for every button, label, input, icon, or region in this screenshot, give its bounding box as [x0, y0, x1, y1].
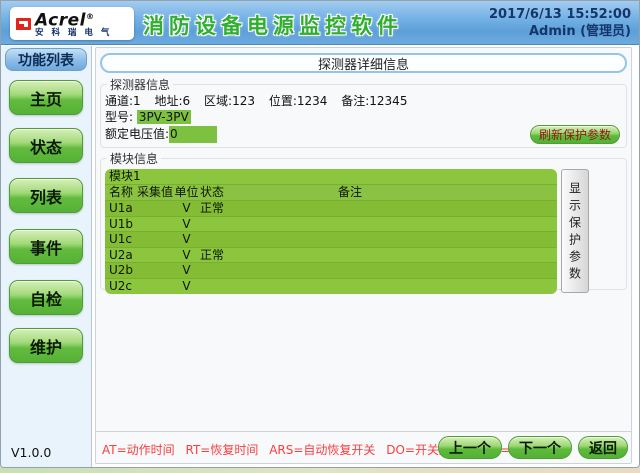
- cell-unit: V: [173, 279, 200, 295]
- col-name: 名称: [109, 185, 137, 200]
- table-row: U2b V: [105, 263, 557, 279]
- table-row: U2c V: [105, 279, 557, 295]
- module-info-legend: 模块信息: [107, 150, 161, 167]
- cell-unit: V: [173, 217, 200, 232]
- cell-note: [338, 232, 557, 247]
- app-title: 消防设备电源监控软件: [143, 10, 403, 40]
- col-status: 状态: [200, 185, 338, 200]
- previous-button[interactable]: 上一个: [438, 436, 502, 459]
- model-line: 型号: 3PV-3PV: [105, 109, 622, 126]
- table-row: U2a V 正常: [105, 248, 557, 264]
- cell-unit: V: [173, 248, 200, 263]
- cell-note: [338, 217, 557, 232]
- col-note: 备注: [338, 185, 557, 200]
- sidebar-item-selfcheck[interactable]: 自检: [9, 280, 83, 315]
- cell-status: [200, 232, 338, 247]
- sidebar-item-home[interactable]: 主页: [9, 80, 83, 115]
- detector-fields: 通道:1 地址:6 区域:123 位置:1234 备注:12345: [105, 94, 622, 109]
- module-wrap: 模块1 名称 采集值 单位 状态 备注 U1a V 正常: [105, 168, 622, 294]
- cell-unit: V: [173, 201, 200, 216]
- cell-note: [338, 263, 557, 278]
- cell-status: [200, 217, 338, 232]
- sidebar: 功能列表 主页 状态 列表 事件 自检 维护 V1.0.0: [1, 46, 92, 467]
- datetime-label: 2017/6/13 15:52:00: [489, 6, 631, 23]
- voltage-line: 额定电压值:0 刷新保护参数: [105, 126, 622, 143]
- cell-unit: V: [173, 263, 200, 278]
- legend-at: AT=动作时间: [102, 443, 175, 457]
- table-row: U1c V: [105, 232, 557, 248]
- next-button[interactable]: 下一个: [508, 436, 572, 459]
- cell-value: [137, 217, 173, 232]
- app-header: Acrel® 安 科 瑞 电 气 消防设备电源监控软件 2017/6/13 15…: [1, 1, 639, 45]
- acrel-logo-text: Acrel® 安 科 瑞 电 气: [35, 9, 112, 39]
- detector-address: 地址:6: [155, 94, 191, 108]
- sidebar-item-status[interactable]: 状态: [9, 128, 83, 163]
- sidebar-item-maintenance[interactable]: 维护: [9, 328, 83, 363]
- module-title-row: 模块1: [105, 169, 557, 185]
- acrel-logo: Acrel® 安 科 瑞 电 气: [10, 7, 134, 40]
- detector-zone: 区域:123: [204, 94, 255, 108]
- footer-bar: AT=动作时间 RT=恢复时间 ARS=自动恢复开关 DO=开关量输出 PS=保…: [96, 431, 631, 463]
- app-window: Acrel® 安 科 瑞 电 气 消防设备电源监控软件 2017/6/13 15…: [0, 0, 640, 468]
- detector-note: 备注:12345: [341, 94, 407, 108]
- table-row: U1b V: [105, 217, 557, 233]
- main-panel: 探测器详细信息 探测器信息 通道:1 地址:6 区域:123 位置:1234 备…: [95, 47, 632, 464]
- model-value: 3PV-3PV: [137, 110, 191, 124]
- cell-note: [338, 279, 557, 295]
- show-protection-params-button[interactable]: 显示保护参数: [561, 169, 589, 293]
- refresh-protection-params-button[interactable]: 刷新保护参数: [530, 125, 620, 144]
- cell-name: U1a: [109, 201, 137, 216]
- app-version: V1.0.0: [11, 445, 51, 460]
- cell-status: 正常: [200, 201, 338, 216]
- cell-status: 正常: [200, 248, 338, 263]
- col-unit: 单位: [173, 185, 200, 200]
- back-button[interactable]: 返回: [578, 436, 628, 459]
- main-area: 探测器详细信息 探测器信息 通道:1 地址:6 区域:123 位置:1234 备…: [93, 46, 639, 467]
- registered-mark: ®: [86, 12, 95, 21]
- legend-rt: RT=恢复时间: [186, 443, 259, 457]
- cell-name: U2c: [109, 279, 137, 295]
- footer-buttons: 上一个 下一个 返回: [438, 436, 628, 459]
- cell-note: [338, 201, 557, 216]
- current-user-label: Admin (管理员): [489, 23, 631, 40]
- cell-status: [200, 263, 338, 278]
- brand-subtitle: 安 科 瑞 电 气: [35, 28, 112, 38]
- cell-value: [137, 248, 173, 263]
- table-header-row: 名称 采集值 单位 状态 备注: [105, 185, 557, 201]
- legend-ars: ARS=自动恢复开关: [269, 443, 375, 457]
- detector-info-legend: 探测器信息: [107, 76, 173, 93]
- table-row: U1a V 正常: [105, 201, 557, 217]
- cell-value: [137, 232, 173, 247]
- detector-position: 位置:1234: [269, 94, 328, 108]
- header-status-area: 2017/6/13 15:52:00 Admin (管理员): [489, 6, 631, 40]
- detector-channel: 通道:1: [105, 94, 141, 108]
- sidebar-item-list[interactable]: 列表: [9, 178, 83, 213]
- cell-value: [137, 279, 173, 295]
- cell-name: U1c: [109, 232, 137, 247]
- module-table: 模块1 名称 采集值 单位 状态 备注 U1a V 正常: [105, 169, 557, 294]
- model-label: 型号:: [105, 110, 133, 124]
- voltage-label: 额定电压值:: [105, 127, 169, 141]
- sidebar-header: 功能列表: [5, 48, 87, 71]
- voltage-value: 0: [169, 126, 217, 143]
- page-title: 探测器详细信息: [100, 53, 627, 73]
- col-value: 采集值: [137, 185, 173, 200]
- cell-name: U2a: [109, 248, 137, 263]
- cell-unit: V: [173, 232, 200, 247]
- acrel-logo-icon: [16, 18, 31, 30]
- cell-name: U2b: [109, 263, 137, 278]
- cell-note: [338, 248, 557, 263]
- detector-info-group: 探测器信息 通道:1 地址:6 区域:123 位置:1234 备注:12345 …: [100, 76, 627, 148]
- cell-value: [137, 201, 173, 216]
- module-info-group: 模块信息 模块1 名称 采集值 单位 状态 备注 U1a: [100, 150, 627, 290]
- cell-status: [200, 279, 338, 295]
- cell-value: [137, 263, 173, 278]
- cell-name: U1b: [109, 217, 137, 232]
- sidebar-item-events[interactable]: 事件: [9, 229, 83, 264]
